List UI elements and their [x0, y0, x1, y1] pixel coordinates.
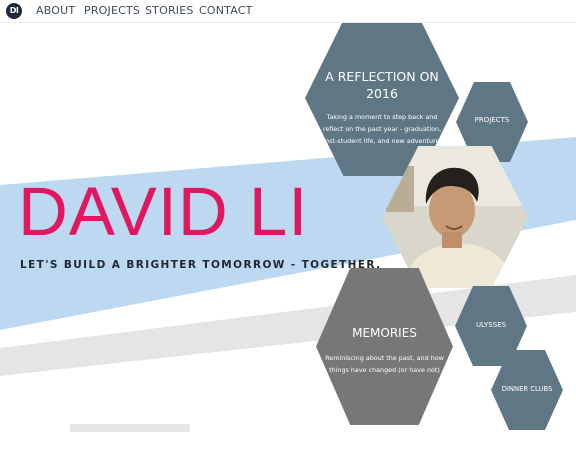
- reflection-title: A REFLECTION ON 2016: [305, 68, 459, 102]
- site-logo[interactable]: Dl: [6, 3, 22, 19]
- nav-about-link[interactable]: ABOUT: [36, 4, 75, 17]
- reflection-description: Taking a moment to step back and reflect…: [305, 111, 459, 147]
- top-nav: Dl ABOUT PROJECTS STORIES CONTACT: [0, 0, 576, 23]
- reflection-title-line1: A REFLECTION ON: [325, 69, 439, 84]
- memories-description: Reminiscing about the past, and how thin…: [316, 352, 453, 376]
- memories-title: MEMORIES: [352, 326, 417, 340]
- projects-tile-label: PROJECTS: [474, 116, 510, 124]
- dinner-clubs-tile-label: DINNER CLUBS: [501, 385, 553, 393]
- memories-desc-line2: things have changed (or have not): [329, 366, 440, 374]
- nav-projects-link[interactable]: PROJECTS: [84, 4, 140, 17]
- nav-stories-link[interactable]: STORIES: [145, 4, 194, 17]
- reflection-desc-line2: reflect on the past year - graduation,: [322, 125, 442, 133]
- reflection-desc-line1: Taking a moment to step back and: [326, 113, 438, 121]
- reflection-title-line2: 2016: [366, 86, 398, 101]
- nav-contact-link[interactable]: CONTACT: [199, 4, 253, 17]
- hero-subtitle: LET'S BUILD A BRIGHTER TOMORROW - TOGETH…: [20, 259, 382, 271]
- bottom-strip: [70, 424, 190, 432]
- ulysses-tile-label: ULYSSES: [475, 321, 507, 329]
- hero-title: DAVID LI: [18, 173, 309, 250]
- memories-desc-line1: Reminiscing about the past, and how: [325, 354, 444, 362]
